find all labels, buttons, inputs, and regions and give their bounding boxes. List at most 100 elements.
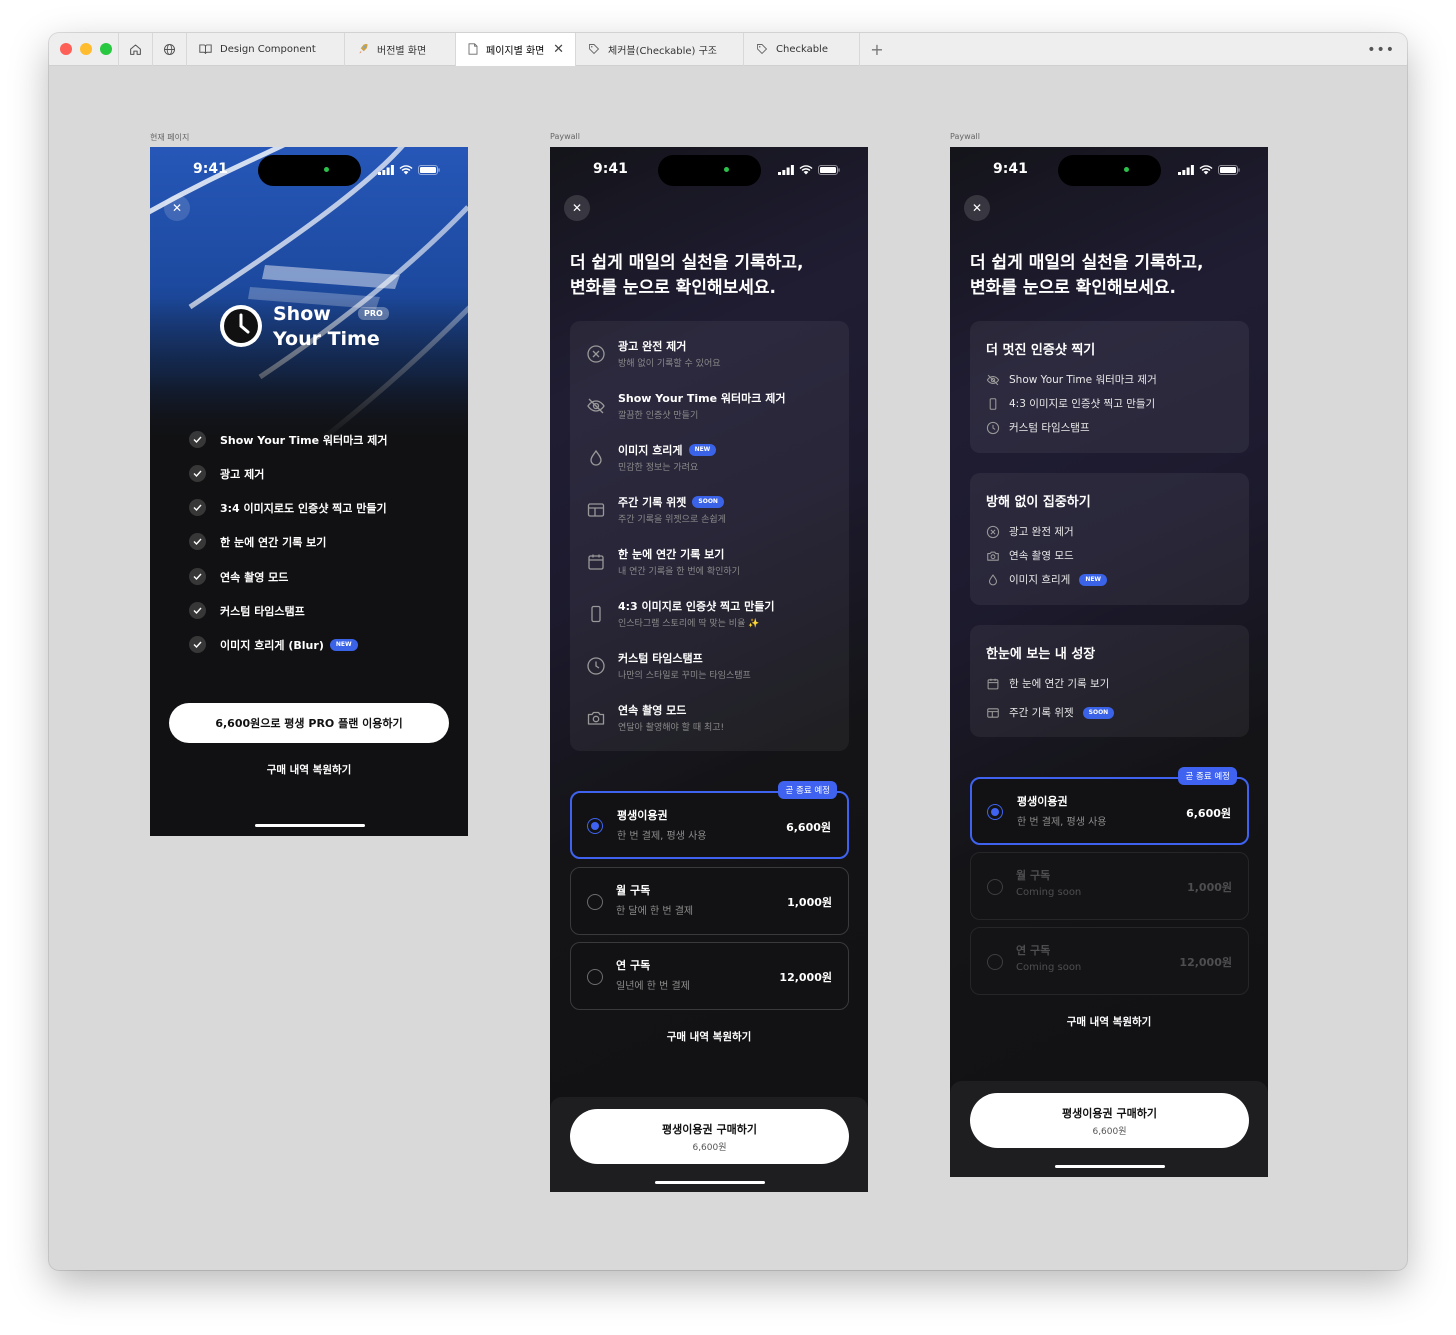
calendar-icon — [986, 677, 1000, 691]
feature-check-item: 연속 촬영 모드 — [189, 568, 288, 585]
clock-icon — [986, 421, 1000, 435]
eye-off-icon — [986, 373, 1000, 387]
feature-item: 주간 기록 위젯 SOON 주간 기록을 위젯으로 손쉽게 — [570, 491, 849, 543]
close-button[interactable]: ✕ — [564, 195, 590, 221]
tab-design-component[interactable]: Design Component — [187, 33, 345, 66]
frame-label-paywall-1: Paywall — [550, 132, 580, 141]
radio-selected-icon — [587, 818, 603, 834]
feature-check-item: 한 눈에 연간 기록 보기 — [189, 533, 326, 550]
cta-title: 평생이용권 구매하기 — [662, 1123, 757, 1136]
battery-icon — [1218, 165, 1240, 175]
feature-title-text: 광고 완전 제거 — [618, 340, 687, 353]
radio-empty-icon — [987, 879, 1003, 895]
plan-price: 1,000원 — [1187, 881, 1232, 894]
feature-label: 연속 촬영 모드 — [220, 570, 289, 584]
feature-item: 한 눈에 연간 기록 보기 내 연간 기록을 한 번에 확인하기 — [570, 543, 849, 595]
page-icon — [468, 43, 478, 55]
camera-icon — [586, 708, 606, 728]
purchase-lifetime-button[interactable]: 평생이용권 구매하기 6,600원 — [970, 1093, 1249, 1148]
tab-label: Design Component — [220, 43, 316, 55]
close-icon: ✕ — [571, 201, 583, 215]
plus-icon: + — [870, 39, 884, 59]
feature-title: 4:3 이미지로 인증샷 찍고 만들기 — [618, 598, 774, 614]
status-time: 9:41 — [993, 161, 1028, 177]
radio-empty-icon — [987, 954, 1003, 970]
tab-version-screens[interactable]: 버전별 화면 — [345, 33, 456, 66]
restore-purchase-link[interactable]: 구매 내역 복원하기 — [950, 1014, 1268, 1029]
frame-label-paywall-2: Paywall — [950, 132, 980, 141]
more-menu-button[interactable]: ••• — [1367, 42, 1395, 58]
plan-name: 월 구독 — [1016, 869, 1051, 882]
plan-option-lifetime[interactable]: 곧 종료 예정 평생이용권 한 번 결제, 평생 사용 6,600원 — [570, 781, 849, 859]
plan-desc: 일년에 한 번 결제 — [616, 981, 690, 992]
plan-desc: Coming soon — [1016, 962, 1082, 973]
feature-item: 4:3 이미지로 인증샷 찍고 만들기 인스타그램 스토리에 딱 맞는 비율 ✨ — [570, 595, 849, 647]
group-item: 이미지 흐리게 NEW — [986, 572, 1108, 587]
plan-price: 12,000원 — [779, 971, 832, 984]
clock-icon — [586, 656, 606, 676]
feature-group-photo: 더 멋진 인증샷 찍기 Show Your Time 워터마크 제거 4:3 이… — [970, 321, 1249, 453]
feature-title: Show Your Time 워터마크 제거 — [618, 390, 785, 406]
status-bar: 9:41 — [150, 147, 468, 191]
plan-desc: 한 달에 한 번 결제 — [616, 906, 694, 917]
bottom-cta-area: 평생이용권 구매하기 6,600원 — [550, 1097, 868, 1192]
feature-item: 이미지 흐리게 NEW 민감한 정보는 가려요 — [570, 439, 849, 491]
cta-price: 6,600원 — [692, 1143, 727, 1153]
restore-purchase-link[interactable]: 구매 내역 복원하기 — [150, 762, 468, 777]
headline-line-2: 변화를 눈으로 확인해보세요. — [570, 278, 776, 298]
feature-label: 한 눈에 연간 기록 보기 — [220, 535, 327, 549]
feature-title-text: Show Your Time 워터마크 제거 — [618, 392, 786, 405]
feature-sub: 연달아 촬영해야 할 때 최고! — [618, 723, 725, 733]
tab-checkable[interactable]: Checkable — [744, 33, 860, 66]
dynamic-island — [1058, 155, 1161, 186]
close-icon: ✕ — [171, 201, 183, 215]
globe-icon — [163, 43, 176, 55]
tag-icon — [757, 44, 768, 55]
tab-checkable-structure[interactable]: 체커블(Checkable) 구조 — [576, 33, 744, 66]
close-button[interactable]: ✕ — [164, 195, 190, 221]
group-item: 주간 기록 위젯 SOON — [986, 705, 1115, 720]
plan-option-monthly[interactable]: 월 구독 한 달에 한 번 결제 1,000원 — [570, 867, 849, 935]
ending-soon-tag: 곧 종료 예정 — [1178, 767, 1237, 785]
check-icon — [193, 573, 202, 580]
restore-purchase-link[interactable]: 구매 내역 복원하기 — [550, 1029, 868, 1044]
close-button[interactable]: ✕ — [964, 195, 990, 221]
plan-option-lifetime[interactable]: 곧 종료 예정 평생이용권 한 번 결제, 평생 사용 6,600원 — [970, 767, 1249, 845]
new-tab-button[interactable]: + — [860, 33, 894, 66]
check-icon — [193, 436, 202, 443]
home-button[interactable] — [119, 33, 153, 66]
radio-empty-icon — [587, 894, 603, 910]
feature-check-item: 커스텀 타임스탬프 — [189, 602, 305, 619]
feature-sub: 민감한 정보는 가려요 — [618, 463, 699, 473]
paywall-headline: 더 쉽게 매일의 실천을 기록하고, 변화를 눈으로 확인해보세요. — [970, 251, 1203, 301]
rocket-icon — [359, 43, 368, 54]
tab-page-screens[interactable]: 페이지별 화면 ✕ — [456, 33, 576, 66]
check-icon — [193, 607, 202, 614]
battery-icon — [818, 165, 840, 175]
plan-name: 평생이용권 — [617, 809, 668, 822]
drop-icon — [986, 573, 1000, 587]
feature-sub: 인스타그램 스토리에 딱 맞는 비율 ✨ — [618, 619, 760, 629]
close-window-button[interactable] — [60, 43, 72, 55]
home-indicator — [255, 824, 365, 827]
purchase-lifetime-button[interactable]: 평생이용권 구매하기 6,600원 — [570, 1109, 849, 1164]
dynamic-island — [658, 155, 761, 186]
status-icons — [1178, 165, 1240, 175]
buy-pro-button[interactable]: 6,600원으로 평생 PRO 플랜 이용하기 — [169, 703, 449, 743]
tab-bar: Design Component 버전별 화면 페이지별 화면 ✕ 체커블(Ch… — [49, 33, 1407, 66]
plan-price: 12,000원 — [1179, 956, 1232, 969]
group-item-label: 한 눈에 연간 기록 보기 — [1009, 678, 1110, 690]
minimize-window-button[interactable] — [80, 43, 92, 55]
feature-group-growth: 한눈에 보는 내 성장 한 눈에 연간 기록 보기 주간 기록 위젯 SOON — [970, 625, 1249, 737]
widget-icon — [586, 500, 606, 520]
new-badge: NEW — [1079, 573, 1108, 586]
traffic-lights — [49, 33, 119, 66]
globe-button[interactable] — [153, 33, 187, 66]
close-tab-icon[interactable]: ✕ — [553, 42, 564, 57]
zoom-window-button[interactable] — [100, 43, 112, 55]
status-bar: 9:41 — [950, 147, 1268, 191]
plan-option-yearly[interactable]: 연 구독 일년에 한 번 결제 12,000원 — [570, 942, 849, 1010]
group-title: 더 멋진 인증샷 찍기 — [986, 343, 1096, 358]
feature-title: 한 눈에 연간 기록 보기 — [618, 546, 724, 562]
tab-label: Checkable — [776, 43, 828, 55]
